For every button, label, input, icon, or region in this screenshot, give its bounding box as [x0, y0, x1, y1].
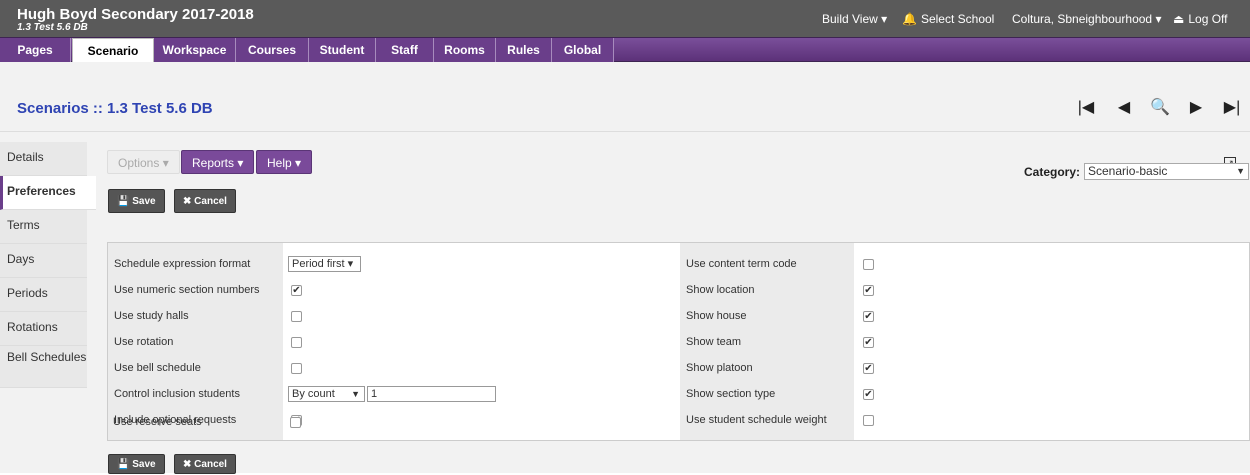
help-menu[interactable]: Help ▾ — [256, 150, 313, 174]
sidebar-item-details[interactable]: Details — [0, 142, 87, 176]
tab-staff[interactable]: Staff — [376, 38, 434, 62]
top-header: Hugh Boyd Secondary 2017-2018 1.3 Test 5… — [0, 0, 1250, 37]
pref-label: Show platoon — [686, 362, 753, 374]
numeric-section-checkbox[interactable]: ✔ — [291, 285, 302, 296]
next-record-icon[interactable]: ▶ — [1184, 97, 1208, 117]
logoff-icon: ⏏ — [1173, 11, 1185, 26]
pref-label: Show team — [686, 336, 742, 348]
cancel-button-bottom[interactable]: ✖ Cancel — [174, 454, 236, 474]
pref-label: Use rotation — [114, 336, 174, 348]
main-tabs: Pages Scenario Workspace Courses Student… — [0, 37, 1250, 63]
previous-record-icon[interactable]: ◀ — [1112, 97, 1136, 117]
reports-menu[interactable]: Reports ▾ — [181, 150, 255, 174]
show-section-type-checkbox[interactable]: ✔ — [863, 389, 874, 400]
tab-student[interactable]: Student — [309, 38, 376, 62]
side-navigation: Details Preferences Terms Days Periods R… — [0, 132, 96, 473]
show-team-checkbox[interactable]: ✔ — [863, 337, 874, 348]
cancel-icon: ✖ — [183, 459, 192, 470]
pref-label: Use student schedule weight — [686, 414, 827, 426]
tab-courses[interactable]: Courses — [236, 38, 309, 62]
sidebar-item-terms[interactable]: Terms — [0, 210, 87, 244]
inclusion-students-select[interactable]: By count ▼ — [288, 386, 365, 402]
sidebar-item-preferences[interactable]: Preferences — [0, 176, 96, 210]
save-button-bottom[interactable]: 💾 Save — [108, 454, 165, 474]
tab-rooms[interactable]: Rooms — [434, 38, 496, 62]
content-term-code-checkbox[interactable] — [863, 259, 874, 270]
log-off-link[interactable]: ⏏ Log Off — [1173, 0, 1227, 37]
tab-pages[interactable]: Pages — [0, 38, 71, 62]
pref-label: Use numeric section numbers — [114, 284, 260, 296]
school-title: Hugh Boyd Secondary 2017-2018 — [17, 6, 254, 23]
bell-icon: 🔔 — [902, 11, 917, 26]
save-icon: 💾 — [117, 196, 130, 207]
cancel-icon: ✖ — [183, 196, 192, 207]
pref-label: Show location — [686, 284, 755, 296]
tab-rules[interactable]: Rules — [496, 38, 552, 62]
category-select[interactable]: Scenario-basic ▼ — [1084, 163, 1249, 180]
user-menu[interactable]: Coltura, Sbneighbourhood ▾ — [1012, 0, 1161, 37]
show-platoon-checkbox[interactable]: ✔ — [863, 363, 874, 374]
search-icon[interactable]: 🔍 — [1148, 97, 1172, 117]
pref-label: Use reserve seats — [113, 416, 202, 428]
pref-label: Use content term code — [686, 258, 797, 270]
inclusion-count-input[interactable]: 1 — [367, 386, 496, 402]
rotation-checkbox[interactable] — [291, 337, 302, 348]
tab-global[interactable]: Global — [552, 38, 614, 62]
build-view-menu[interactable]: Build View ▾ — [822, 0, 887, 37]
pref-label: Show section type — [686, 388, 776, 400]
page-heading: Scenarios :: 1.3 Test 5.6 DB |◀ ◀ 🔍 ▶ ▶| — [0, 62, 1250, 132]
pref-label: Use bell schedule — [114, 362, 201, 374]
tab-workspace[interactable]: Workspace — [154, 38, 236, 62]
page-title: Scenarios :: 1.3 Test 5.6 DB — [17, 100, 213, 117]
reserve-seats-checkbox[interactable] — [290, 417, 301, 428]
chevron-down-icon: ▼ — [1236, 166, 1245, 176]
pref-label: Schedule expression format — [114, 258, 251, 270]
schedule-expression-select[interactable]: Period first ▾ — [288, 256, 361, 272]
sidebar-item-rotations[interactable]: Rotations — [0, 312, 87, 346]
preferences-table: Schedule expression format Period first … — [107, 242, 1250, 441]
sidebar-item-bell-schedules[interactable]: Bell Schedules — [0, 346, 87, 388]
study-halls-checkbox[interactable] — [291, 311, 302, 322]
select-school-link[interactable]: 🔔 Select School — [902, 0, 994, 37]
category-label: Category: — [1024, 165, 1081, 179]
preferences-panel: Options ▾ Reports ▾ Help ▾ ↗ 💾 Save ✖ Ca… — [96, 132, 1250, 474]
student-schedule-weight-checkbox[interactable] — [863, 415, 874, 426]
tab-scenario[interactable]: Scenario — [72, 38, 154, 63]
sidebar-item-days[interactable]: Days — [0, 244, 87, 278]
options-menu[interactable]: Options ▾ — [107, 150, 180, 174]
cancel-button[interactable]: ✖ Cancel — [174, 189, 236, 213]
pref-label: Use study halls — [114, 310, 189, 322]
sidebar-item-periods[interactable]: Periods — [0, 278, 87, 312]
save-button[interactable]: 💾 Save — [108, 189, 165, 213]
bell-schedule-checkbox[interactable] — [291, 363, 302, 374]
scenario-subtitle: 1.3 Test 5.6 DB — [17, 22, 88, 33]
pref-label: Control inclusion students — [114, 388, 240, 400]
pref-label: Show house — [686, 310, 747, 322]
show-house-checkbox[interactable]: ✔ — [863, 311, 874, 322]
save-icon: 💾 — [117, 459, 130, 470]
first-record-icon[interactable]: |◀ — [1074, 97, 1098, 117]
show-location-checkbox[interactable]: ✔ — [863, 285, 874, 296]
last-record-icon[interactable]: ▶| — [1220, 97, 1244, 117]
